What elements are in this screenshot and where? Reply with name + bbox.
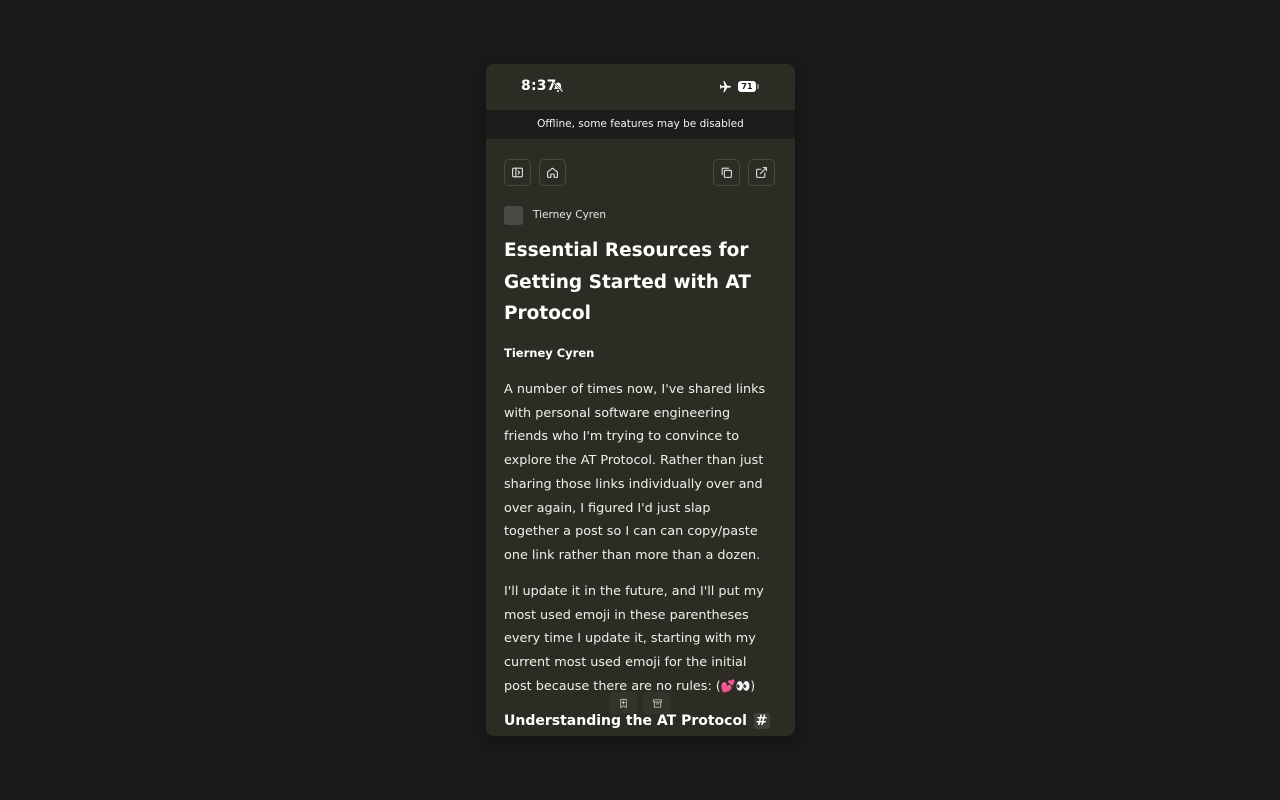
avatar [504, 205, 523, 225]
article-title: Essential Resources for Getting Started … [504, 240, 751, 324]
archive-button[interactable] [643, 692, 671, 714]
status-bar: 8:37 71 [486, 64, 795, 110]
home-icon [547, 167, 558, 178]
article-paragraph: I'll update it in the future, and I'll p… [504, 580, 768, 699]
heading-anchor-link[interactable]: # [753, 713, 770, 729]
bookmark-icon [619, 698, 627, 708]
author-name: Tierney Cyren [533, 209, 607, 221]
external-link-icon [756, 167, 767, 178]
open-external-button[interactable] [748, 159, 775, 186]
phone-frame: 8:37 71 Offline, some features may be di… [486, 64, 795, 736]
paragraph-text: I'll update it in the future, and I'll p… [504, 584, 764, 694]
section-heading: Understanding the AT Protocol # [504, 713, 770, 729]
battery-indicator: 71 [738, 81, 756, 92]
copy-button[interactable] [713, 159, 740, 186]
bookmark-button[interactable] [609, 692, 637, 714]
battery-tip [757, 84, 759, 89]
offline-banner: Offline, some features may be disabled [486, 110, 795, 139]
sidebar-toggle-icon [512, 167, 523, 178]
airplane-icon [719, 81, 731, 93]
emoji-text: (💕👀) [715, 678, 756, 693]
sidebar-toggle-button[interactable] [504, 159, 531, 186]
section-heading-text: Understanding the AT Protocol [504, 713, 747, 729]
author-row[interactable]: Tierney Cyren [504, 205, 606, 225]
article-byline: Tierney Cyren [504, 346, 595, 360]
bell-slash-icon [552, 81, 564, 93]
copy-icon [721, 167, 732, 178]
article-paragraph: A number of times now, I've shared links… [504, 382, 766, 563]
home-button[interactable] [539, 159, 566, 186]
reader-content: Tierney Cyren Essential Resources for Ge… [486, 139, 795, 736]
archive-icon [652, 698, 662, 708]
